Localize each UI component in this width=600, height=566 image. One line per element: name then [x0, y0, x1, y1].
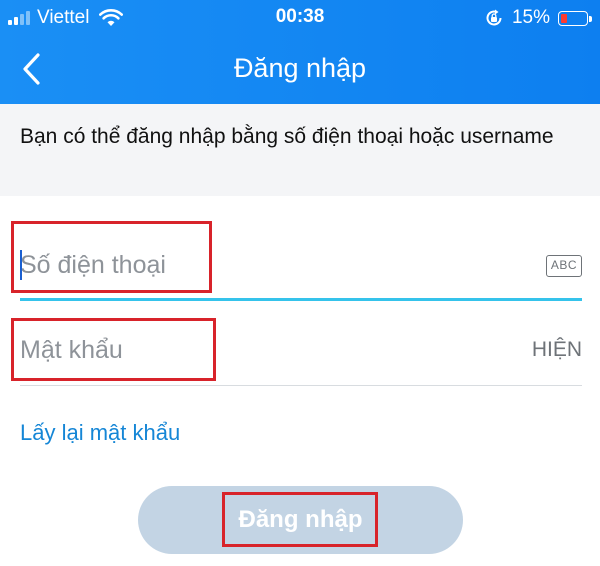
password-field: HIỆN [20, 316, 582, 386]
battery-percent: 15% [511, 7, 550, 28]
phone-field: ABC [20, 231, 582, 301]
rotation-lock-icon [486, 9, 502, 26]
battery-level-fill [561, 13, 567, 23]
battery-tip [589, 15, 592, 22]
password-input[interactable] [20, 316, 460, 384]
forgot-password-link[interactable]: Lấy lại mật khẩu [20, 420, 180, 446]
show-password-toggle[interactable]: HIỆN [532, 338, 582, 362]
header: Viettel 00:38 15% Đăng nhập [0, 0, 600, 104]
page-title: Đăng nhập [233, 53, 367, 83]
status-bar: Viettel 00:38 15% [0, 0, 600, 36]
info-banner: Bạn có thể đăng nhập bằng số điện thoại … [0, 104, 600, 196]
login-button[interactable]: Đăng nhập [138, 486, 463, 554]
keyboard-abc-badge[interactable]: ABC [546, 255, 582, 277]
phone-input[interactable] [20, 231, 460, 299]
text-caret [20, 250, 22, 280]
navigation-bar: Đăng nhập [0, 36, 600, 104]
battery-icon [558, 10, 592, 26]
status-right: 15% [484, 7, 592, 29]
